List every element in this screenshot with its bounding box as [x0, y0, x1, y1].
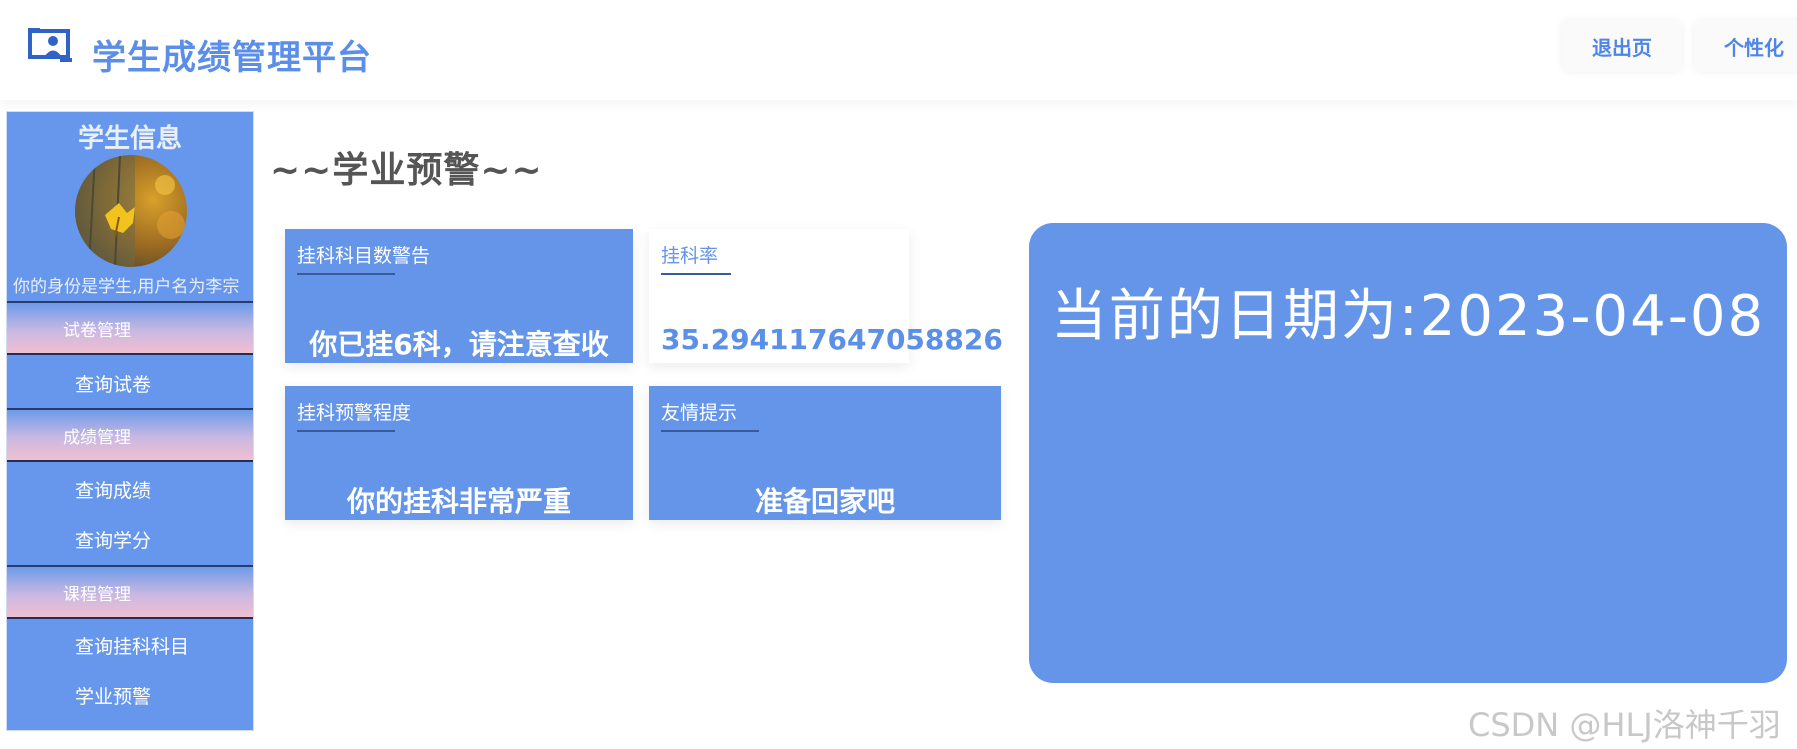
sidebar-title: 学生信息 [77, 124, 182, 154]
divider [661, 273, 731, 275]
divider [297, 430, 395, 432]
card-label: 挂科科目数警告 [297, 245, 431, 267]
app-title: 学生成绩管理平台 [92, 38, 372, 78]
menu-item-query-credit[interactable]: 查询学分 [7, 514, 253, 564]
card-failed-count: 挂科科目数警告 你已挂6科，请注意查收 [285, 229, 633, 363]
menu-item-academic-warning[interactable]: 学业预警 [7, 670, 253, 720]
card-warning-level: 挂科预警程度 你的挂科非常严重 [285, 386, 633, 520]
exit-button[interactable]: 退出页 [1562, 20, 1682, 72]
date-panel: 当前的日期为:2023-04-08 [1029, 223, 1787, 683]
group-course-management[interactable]: 课程管理 [7, 565, 253, 619]
section-title: ~~学业预警~~ [270, 150, 543, 191]
menu-item-query-failed[interactable]: 查询挂科科目 [7, 620, 253, 670]
group-exam-management[interactable]: 试卷管理 [7, 301, 253, 355]
card-value: 你的挂科非常严重 [346, 485, 571, 518]
card-label: 挂科率 [661, 245, 719, 267]
identity-text: 你的身份是学生,用户名为李宗 [13, 277, 240, 297]
divider [297, 273, 395, 275]
main-content: ~~学业预警~~ 挂科科目数警告 你已挂6科，请注意查收 挂科率 35.2941… [262, 111, 1797, 749]
menu-item-query-exam[interactable]: 查询试卷 [7, 358, 253, 408]
presentation-user-icon [28, 28, 72, 62]
avatar [75, 155, 187, 267]
sidebar: 学生信息 你的身份是学生,用户名为李宗 试卷管理 查询试卷 成绩管理 查询成绩 … [6, 111, 254, 731]
card-friendly-tip: 友情提示 准备回家吧 [649, 386, 1001, 520]
top-header: 学生成绩管理平台 退出页 个性化 [0, 0, 1797, 100]
menu-item-query-score[interactable]: 查询成绩 [7, 464, 253, 514]
group-score-management[interactable]: 成绩管理 [7, 408, 253, 462]
card-value: 准备回家吧 [754, 485, 895, 518]
card-value: 你已挂6科，请注意查收 [309, 328, 609, 361]
customize-button[interactable]: 个性化 [1694, 20, 1797, 72]
current-date-text: 当前的日期为:2023-04-08 [1050, 284, 1766, 349]
divider [661, 430, 759, 432]
card-value: 35.294117647058826 [661, 323, 1003, 356]
watermark: CSDN @HLJ洛神千羽 [1468, 706, 1781, 744]
card-failed-rate: 挂科率 35.294117647058826 [649, 229, 1003, 363]
card-label: 友情提示 [661, 402, 738, 424]
card-label: 挂科预警程度 [297, 402, 412, 424]
